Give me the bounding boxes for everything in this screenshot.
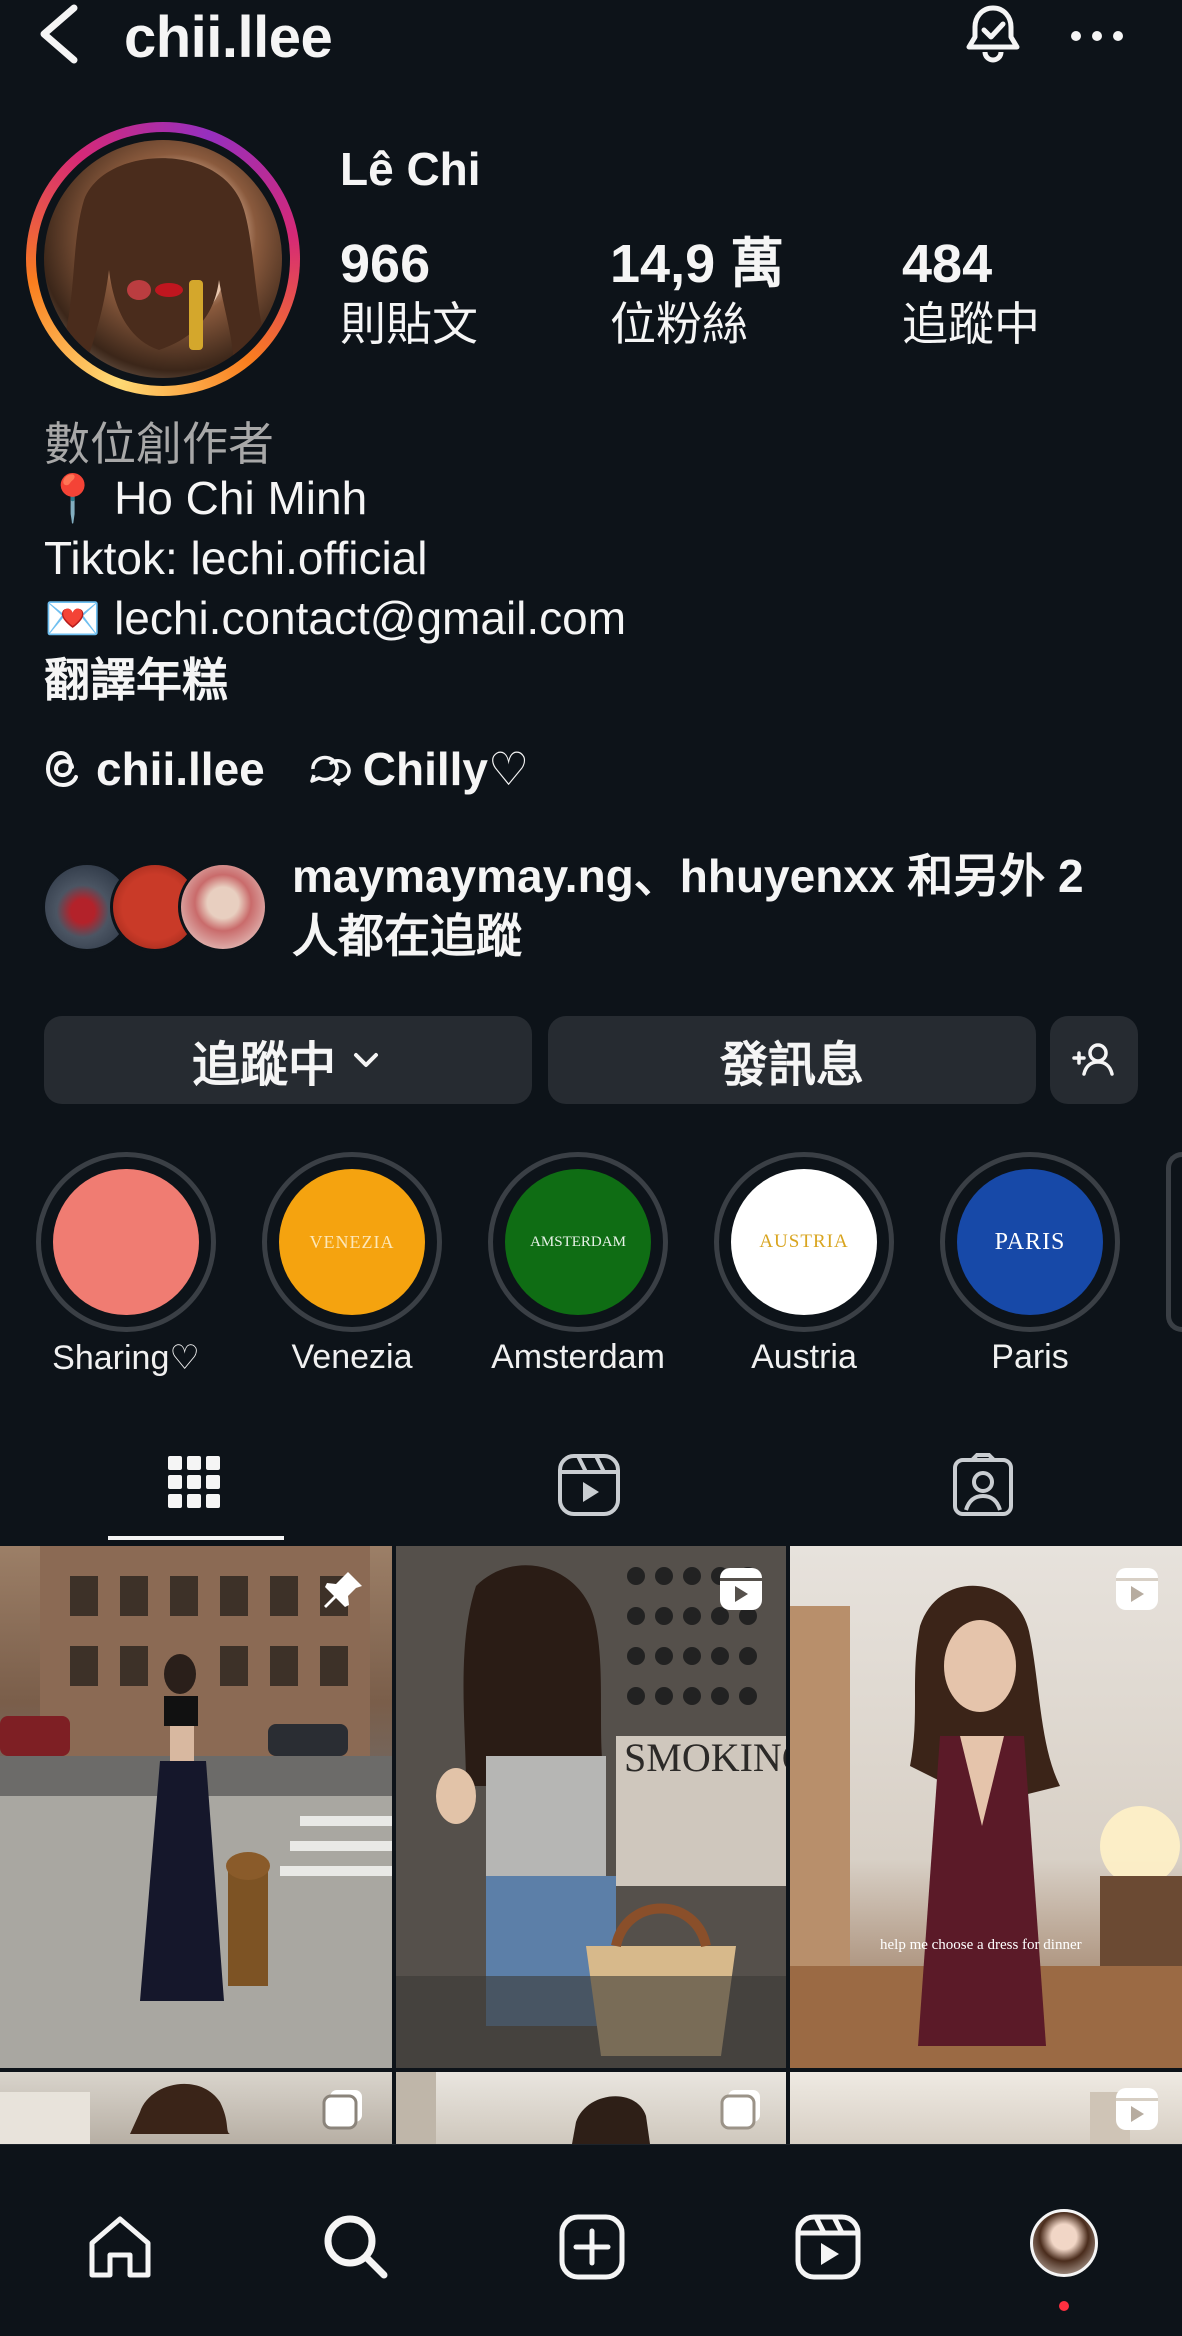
following-stat[interactable]: 484 追蹤中 xyxy=(902,232,1040,352)
followers-count: 14,9 萬 xyxy=(610,234,785,294)
highlight-cover xyxy=(53,1169,199,1315)
back-icon[interactable] xyxy=(30,0,90,70)
highlight-amsterdam[interactable]: AMSTERDAM xyxy=(488,1152,668,1332)
following-button[interactable]: 追蹤中 xyxy=(44,1016,532,1104)
bio-location-text: Ho Chi Minh xyxy=(114,472,368,524)
bio-category: 數位創作者 xyxy=(44,418,274,470)
profile-avatar[interactable] xyxy=(44,140,282,378)
highlight-cover: AMSTERDAM xyxy=(505,1169,651,1315)
posts-stat[interactable]: 966 則貼文 xyxy=(340,232,478,352)
home-icon[interactable] xyxy=(84,2211,156,2283)
message-button[interactable]: 發訊息 xyxy=(548,1016,1036,1104)
bio-location: 📍 Ho Chi Minh xyxy=(44,468,367,528)
tagged-tab-icon[interactable] xyxy=(950,1452,1016,1518)
bottom-navigation xyxy=(0,2144,1182,2336)
pinned-icon xyxy=(324,1572,362,1608)
highlight-label: Venezia xyxy=(291,1338,413,1376)
followers-stat[interactable]: 14,9 萬 位粉絲 xyxy=(610,232,784,352)
profile-header: chii.llee xyxy=(0,0,1182,80)
highlight-label: Amsterdam xyxy=(491,1338,665,1376)
grid-tab-icon[interactable] xyxy=(164,1452,224,1512)
profile-nav-avatar[interactable] xyxy=(1030,2209,1098,2277)
mutual-followers-text[interactable]: maymaymay.ng、hhuyenxx 和另外 2 人都在追蹤 xyxy=(292,846,1142,966)
bio-tiktok: Tiktok: lechi.official xyxy=(44,532,428,584)
highlight-cover: PARIS xyxy=(957,1169,1103,1315)
posts-label: 則貼文 xyxy=(340,298,478,350)
post-2-image: SMOKING xyxy=(396,1546,786,2068)
channel-icon xyxy=(310,755,351,786)
reel-badge-icon xyxy=(1116,2088,1158,2130)
following-label: 追蹤中 xyxy=(902,298,1040,350)
chevron-down-icon xyxy=(354,1053,378,1067)
following-button-label: 追蹤中 xyxy=(191,1039,336,1092)
profile-display-name: Lê Chi xyxy=(340,143,481,195)
mutual-followers-avatars[interactable] xyxy=(42,862,278,952)
add-person-icon xyxy=(1072,1043,1114,1076)
pin-icon: 📍 xyxy=(44,472,102,524)
carousel-badge-icon xyxy=(720,2090,760,2130)
translate-bio-link[interactable]: 翻譯年糕 xyxy=(44,650,228,710)
highlight-sharing[interactable] xyxy=(36,1152,216,1332)
post-thumbnail-2[interactable]: SMOKING xyxy=(396,1546,786,2068)
highlight-cover: AUSTRIA xyxy=(731,1169,877,1315)
highlight-austria[interactable]: AUSTRIA xyxy=(714,1152,894,1332)
followers-label: 位粉絲 xyxy=(610,298,748,350)
reel-badge-icon xyxy=(720,1568,762,1610)
highlight-next-partial[interactable] xyxy=(1166,1152,1182,1332)
create-post-icon[interactable] xyxy=(556,2211,628,2283)
more-icon[interactable] xyxy=(1062,0,1132,70)
reels-tab-icon[interactable] xyxy=(556,1452,622,1518)
highlight-label: Paris xyxy=(991,1338,1069,1376)
threads-link[interactable]: chii.llee xyxy=(96,742,265,796)
following-count: 484 xyxy=(902,234,993,294)
threads-icon xyxy=(45,750,78,788)
notification-dot xyxy=(1059,2301,1069,2311)
posts-count: 966 xyxy=(340,234,431,294)
post-thumbnail-1[interactable] xyxy=(0,1546,392,2068)
highlight-label: Austria xyxy=(751,1338,857,1376)
post-thumbnail-5[interactable] xyxy=(396,2072,786,2144)
carousel-badge-icon xyxy=(322,2090,362,2130)
profile-links: chii.llee Chilly♡ xyxy=(44,742,529,796)
search-icon[interactable] xyxy=(320,2211,392,2283)
post-3-caption: help me choose a dress for dinner xyxy=(880,1937,1082,1953)
mutual-avatar-3 xyxy=(178,862,268,952)
highlight-label: Sharing♡ xyxy=(52,1339,200,1377)
post-thumbnail-4[interactable] xyxy=(0,2072,392,2144)
reel-badge-icon xyxy=(1116,1568,1158,1610)
message-button-label: 發訊息 xyxy=(719,1039,864,1092)
storefront-text: SMOKING xyxy=(624,1735,786,1780)
post-thumbnail-3[interactable]: help me choose a dress for dinner xyxy=(790,1546,1182,2068)
channel-link[interactable]: Chilly♡ xyxy=(363,742,529,796)
bio-email-text[interactable]: lechi.contact@gmail.com xyxy=(114,592,626,644)
highlight-paris[interactable]: PARIS xyxy=(940,1152,1120,1332)
highlight-cover: VENEZIA xyxy=(279,1169,425,1315)
post-3-image: help me choose a dress for dinner xyxy=(790,1585,1182,2068)
letter-icon: 💌 xyxy=(44,592,102,644)
notification-bell-icon[interactable] xyxy=(958,0,1028,70)
post-thumbnail-6[interactable] xyxy=(790,2072,1182,2144)
reels-nav-icon[interactable] xyxy=(792,2211,864,2283)
highlight-venezia[interactable]: VENEZIA xyxy=(262,1152,442,1332)
post-1-image xyxy=(0,1546,392,2068)
active-tab-indicator xyxy=(108,1536,284,1540)
profile-username: chii.llee xyxy=(124,5,333,70)
bio-email[interactable]: 💌 lechi.contact@gmail.com xyxy=(44,588,626,648)
suggest-users-button[interactable] xyxy=(1050,1016,1138,1104)
